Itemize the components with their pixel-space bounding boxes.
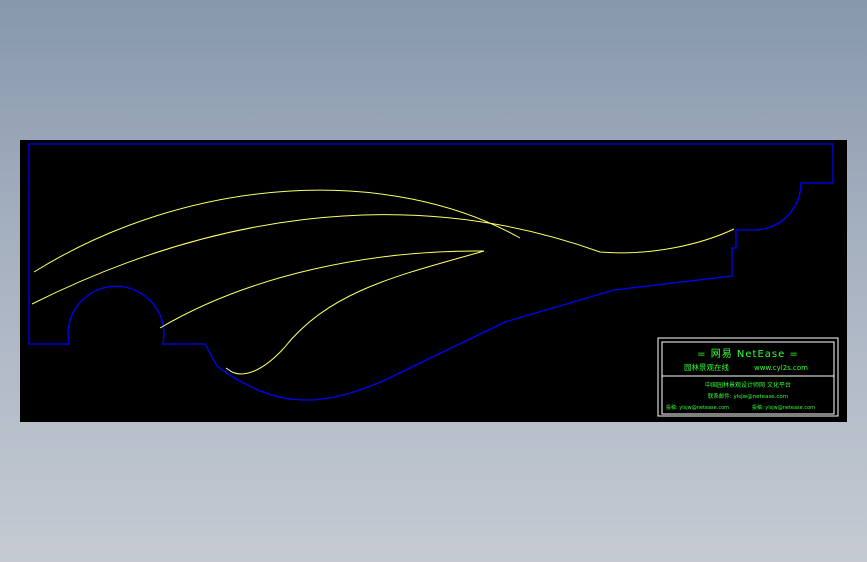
curve-upper	[33, 189, 521, 273]
curve-lower-leaf-bottom	[231, 250, 485, 375]
title-block-line1-right: www.cyl2s.com	[754, 364, 808, 372]
title-block-header: = 网易 NetEase =	[697, 348, 799, 360]
curve-small-tail	[225, 367, 233, 373]
title-block-line1-left: 园林景观在线	[684, 362, 729, 372]
cad-drawing: = 网易 NetEase = 园林景观在线 www.cyl2s.com 中国园林…	[28, 143, 839, 417]
title-block-line3: 联系邮件: ylsjw@netease.com	[708, 392, 788, 400]
title-block: = 网易 NetEase = 园林景观在线 www.cyl2s.com 中国园林…	[657, 337, 839, 417]
title-block-line4-right: 投稿: ylsjw@netease.com	[752, 404, 815, 411]
curve-lower-leaf-top	[159, 250, 485, 329]
title-block-line4-left: 投稿: ylsjw@netease.com	[666, 404, 729, 411]
title-block-line2: 中国园林景观设计师网 文化平台	[705, 381, 791, 389]
